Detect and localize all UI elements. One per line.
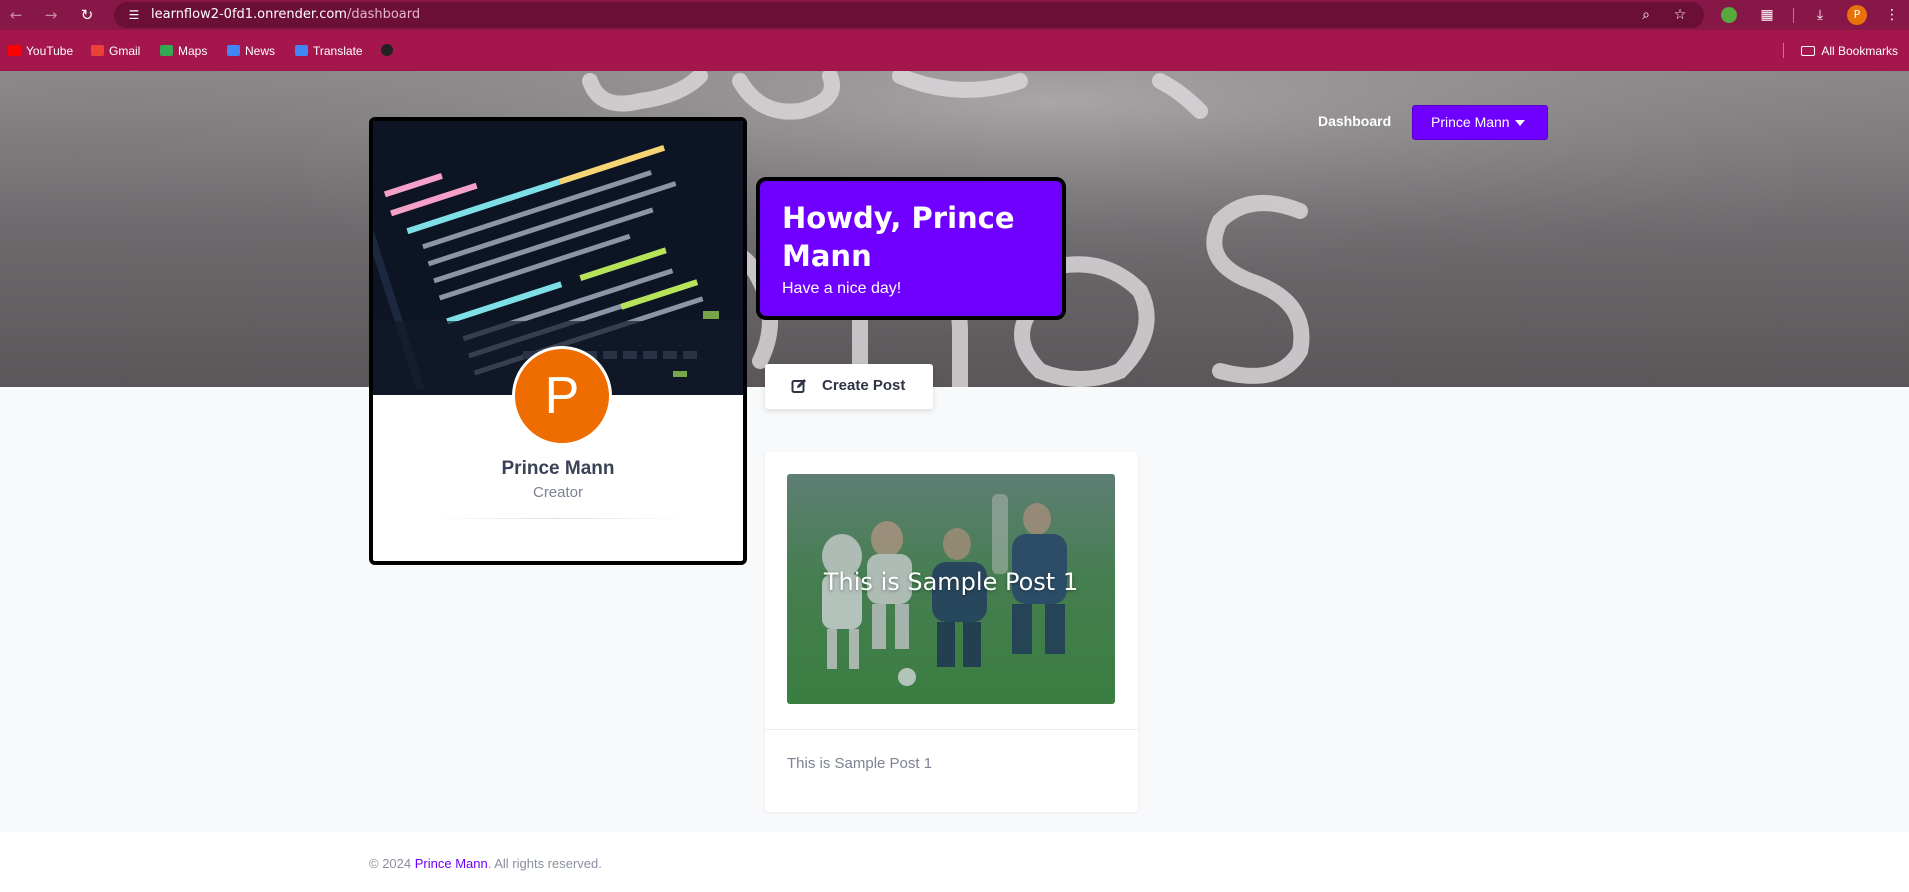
address-bar[interactable]: ☰ learnflow2-0fd1.onrender.com/dashboard… — [114, 2, 1704, 28]
forward-icon[interactable]: → — [39, 3, 63, 27]
user-menu-label: Prince Mann — [1431, 114, 1510, 130]
post-image-title: This is Sample Post 1 — [823, 568, 1079, 596]
url-text[interactable]: learnflow2-0fd1.onrender.com/dashboard — [151, 6, 420, 24]
extensions-puzzle-icon[interactable]: ▦ — [1755, 3, 1779, 27]
profile-card: P Prince Mann Creator — [369, 117, 747, 565]
footer: © 2024 Prince Mann. All rights reserved. — [0, 832, 1909, 892]
post-card[interactable]: This is Sample Post 1 This is Sample Pos… — [765, 452, 1138, 812]
create-post-button[interactable]: Create Post — [765, 364, 933, 409]
edit-icon — [791, 379, 806, 393]
caret-down-icon — [1515, 120, 1525, 126]
bookmark-maps[interactable]: Maps — [160, 42, 207, 60]
bookmark-star-icon[interactable]: ☆ — [1670, 5, 1690, 25]
footer-author-link[interactable]: Prince Mann — [415, 856, 488, 871]
folder-icon — [1801, 46, 1816, 56]
greeting-card: Howdy, Prince Mann Have a nice day! — [756, 177, 1066, 320]
bookmarks-divider — [1783, 43, 1784, 58]
toolbar-divider — [1793, 8, 1794, 23]
post-divider — [765, 729, 1138, 730]
youtube-icon — [8, 45, 21, 56]
extension-icon[interactable] — [1721, 7, 1737, 23]
maps-icon — [160, 45, 173, 56]
bookmark-gmail[interactable]: Gmail — [91, 42, 140, 60]
download-icon[interactable]: ⤓ — [1808, 3, 1832, 27]
back-icon[interactable]: ← — [4, 3, 28, 27]
nav-dashboard-link[interactable]: Dashboard — [1318, 113, 1391, 129]
reload-icon[interactable]: ↻ — [75, 3, 99, 27]
greeting-subtitle: Have a nice day! — [782, 280, 902, 297]
all-bookmarks[interactable]: All Bookmarks — [1801, 42, 1898, 60]
url-host: learnflow2-0fd1.onrender.com — [151, 7, 347, 22]
avatar: P — [512, 346, 612, 446]
browser-menu-icon[interactable]: ⋮ — [1880, 3, 1904, 27]
site-info-icon[interactable]: ☰ — [124, 5, 144, 25]
post-image[interactable]: This is Sample Post 1 — [787, 474, 1115, 704]
globe-icon — [381, 44, 393, 56]
gmail-icon — [91, 45, 104, 56]
copyright-text: © 2024 Prince Mann. All rights reserved. — [369, 856, 602, 871]
bookmark-globe[interactable] — [381, 42, 398, 60]
bookmarks-bar: YouTube Gmail Maps News Translate All Bo… — [0, 30, 1909, 71]
browser-profile-avatar[interactable]: P — [1847, 5, 1867, 25]
bookmark-news[interactable]: News — [227, 42, 275, 60]
bookmark-translate[interactable]: Translate — [295, 42, 363, 60]
profile-name: Prince Mann — [501, 458, 615, 479]
url-path: /dashboard — [346, 7, 421, 22]
greeting-title: Howdy, Prince Mann — [782, 201, 1015, 273]
user-menu-button[interactable]: Prince Mann — [1412, 105, 1548, 140]
post-description: This is Sample Post 1 — [787, 755, 933, 772]
news-icon — [227, 45, 240, 56]
create-post-label: Create Post — [822, 377, 906, 394]
translate-icon — [295, 45, 308, 56]
browser-toolbar: ← → ↻ ☰ learnflow2-0fd1.onrender.com/das… — [0, 0, 1909, 30]
profile-divider — [428, 518, 688, 519]
zoom-icon[interactable]: ⌕ — [1636, 5, 1656, 25]
profile-role: Creator — [532, 484, 584, 501]
bookmark-youtube[interactable]: YouTube — [8, 42, 73, 60]
